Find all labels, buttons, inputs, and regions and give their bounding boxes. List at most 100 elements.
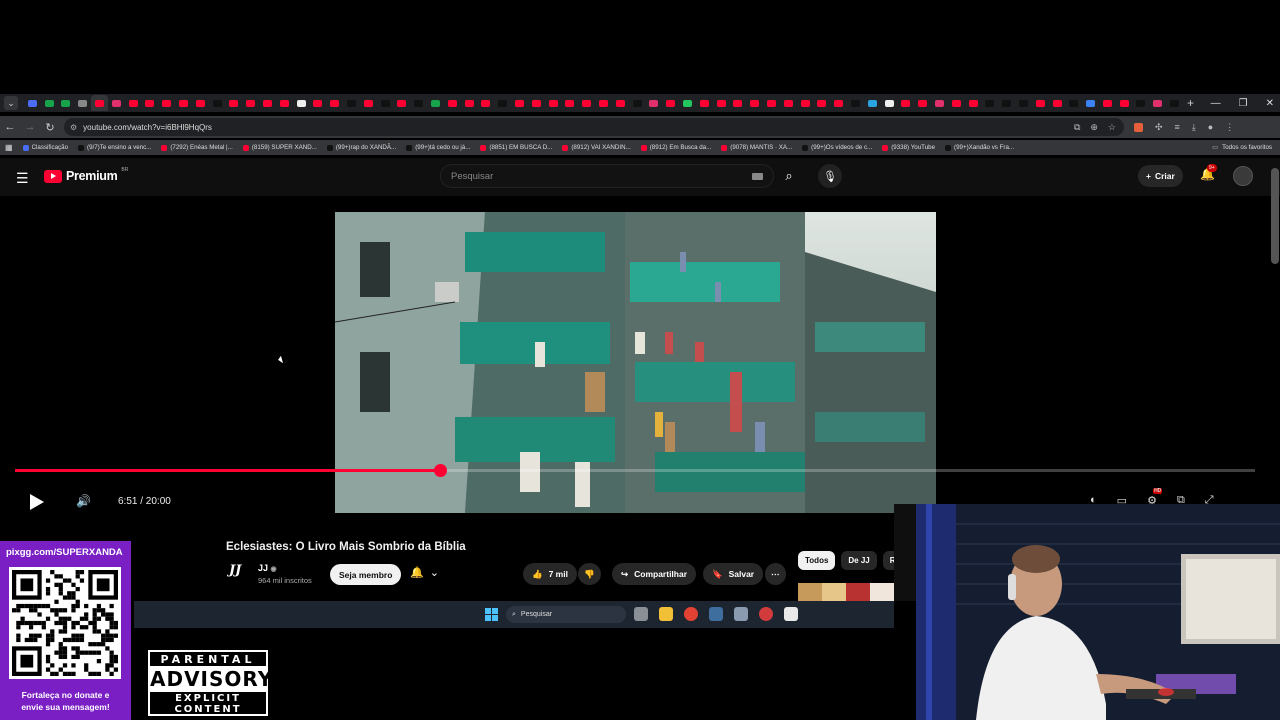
bookmark-item[interactable]: (7292) Enéas Metal |... bbox=[156, 144, 237, 151]
dislike-button[interactable]: 👎 bbox=[578, 563, 601, 585]
browser-tab[interactable] bbox=[444, 95, 461, 111]
browser-tab[interactable] bbox=[158, 95, 175, 111]
bookmark-item[interactable]: (99+)Xandão vs Fra... bbox=[940, 144, 1019, 151]
windows-start-icon[interactable] bbox=[485, 608, 498, 621]
subscribed-button[interactable]: 🔔 ⌄ bbox=[410, 566, 439, 579]
browser-tab[interactable] bbox=[125, 95, 142, 111]
browser-tab[interactable] bbox=[1099, 95, 1116, 111]
related-thumbnail[interactable] bbox=[798, 583, 894, 601]
browser-tab[interactable] bbox=[276, 95, 293, 111]
browser-tab[interactable] bbox=[1015, 95, 1032, 111]
new-tab-plus-icon[interactable]: + bbox=[1187, 96, 1194, 110]
notifications-button[interactable]: 🔔 9+ bbox=[1200, 164, 1217, 181]
browser-tab[interactable] bbox=[394, 95, 411, 111]
browser-tab[interactable] bbox=[545, 95, 562, 111]
download-icon[interactable]: ⤓ bbox=[1192, 122, 1196, 133]
join-button[interactable]: Seja membro bbox=[330, 564, 402, 585]
browser-tab[interactable] bbox=[58, 95, 75, 111]
browser-tab[interactable] bbox=[965, 95, 982, 111]
obs-icon[interactable] bbox=[759, 607, 773, 621]
extensions-puzzle-icon[interactable]: ✣ bbox=[1155, 122, 1163, 133]
browser-tab[interactable] bbox=[226, 95, 243, 111]
browser-tab[interactable] bbox=[209, 95, 226, 111]
browser-tab[interactable] bbox=[326, 95, 343, 111]
bookmark-item[interactable]: (9078) MANTIS · XA... bbox=[716, 144, 797, 151]
browser-tab[interactable] bbox=[729, 95, 746, 111]
browser-tab[interactable] bbox=[142, 95, 159, 111]
youtube-logo[interactable]: Premium BR bbox=[44, 167, 128, 183]
channel-name[interactable]: JJ ◉ bbox=[258, 563, 277, 573]
page-scrollbar[interactable] bbox=[1271, 168, 1279, 264]
browser-tab[interactable] bbox=[1166, 95, 1183, 111]
bookmark-item[interactable]: (99+)tá cedo ou já... bbox=[401, 144, 475, 151]
bookmark-item[interactable]: (8912) VAI XANDIN... bbox=[557, 144, 635, 151]
bookmark-item[interactable]: (8912) Em Busca da... bbox=[636, 144, 717, 151]
menu-hamburger-icon[interactable]: ☰ bbox=[16, 170, 29, 187]
browser-tab[interactable] bbox=[780, 95, 797, 111]
browser-tab[interactable] bbox=[343, 95, 360, 111]
minimize-icon[interactable]: — bbox=[1211, 98, 1221, 109]
browser-tab[interactable] bbox=[881, 95, 898, 111]
all-favorites[interactable]: ▭ Todos os favoritos bbox=[1212, 140, 1272, 155]
bookmark-item[interactable]: (99+)Os vídeos de c... bbox=[797, 144, 877, 151]
browser-tab[interactable] bbox=[981, 95, 998, 111]
chrome-icon[interactable] bbox=[684, 607, 698, 621]
browser-tab[interactable] bbox=[461, 95, 478, 111]
browser-tab[interactable] bbox=[377, 95, 394, 111]
chip-from-channel[interactable]: De JJ bbox=[841, 551, 877, 570]
browser-tab[interactable] bbox=[1116, 95, 1133, 111]
bookmark-item[interactable]: (9/7)Te ensino a venc... bbox=[73, 144, 156, 151]
close-window-icon[interactable]: ✕ bbox=[1266, 98, 1274, 109]
video-player[interactable] bbox=[0, 196, 1270, 526]
bookmark-item[interactable]: (99+)rap do XANDÃ... bbox=[322, 144, 401, 151]
forward-arrow-icon[interactable]: → bbox=[20, 121, 40, 133]
profile-icon[interactable]: ● bbox=[1208, 122, 1213, 132]
channel-logo[interactable]: JJ bbox=[229, 563, 249, 583]
address-bar[interactable]: ⚙ youtube.com/watch?v=i6BHl9HqQrs ⧉ ⊕ ☆ bbox=[64, 118, 1124, 136]
browser-tab[interactable] bbox=[713, 95, 730, 111]
bookmark-item[interactable]: (9338) YouTube bbox=[877, 144, 940, 151]
browser-tab[interactable] bbox=[1082, 95, 1099, 111]
create-button[interactable]: + Criar bbox=[1138, 165, 1183, 187]
bookmark-item[interactable]: Classificação bbox=[18, 144, 73, 151]
browser-tab[interactable] bbox=[629, 95, 646, 111]
menu-dots-icon[interactable]: ⋮ bbox=[1225, 122, 1234, 133]
browser-tab[interactable] bbox=[830, 95, 847, 111]
browser-tab[interactable] bbox=[293, 95, 310, 111]
browser-tab[interactable] bbox=[91, 95, 108, 111]
search-input[interactable]: Pesquisar bbox=[440, 164, 774, 188]
browser-tab[interactable] bbox=[1065, 95, 1082, 111]
file-explorer-icon[interactable] bbox=[659, 607, 673, 621]
browser-tab[interactable] bbox=[410, 95, 427, 111]
taskbar-search-input[interactable]: ⌕ Pesquisar bbox=[506, 606, 626, 623]
site-info-icon[interactable]: ⚙ bbox=[70, 123, 77, 132]
extension-icon[interactable] bbox=[1134, 122, 1143, 132]
chip-all[interactable]: Todos bbox=[798, 551, 836, 570]
browser-tab[interactable] bbox=[645, 95, 662, 111]
volume-icon[interactable]: 🔊 bbox=[76, 494, 91, 508]
browser-tab[interactable] bbox=[528, 95, 545, 111]
reload-icon[interactable]: ↻ bbox=[40, 121, 60, 134]
bookmark-item[interactable]: (8851) EM BUSCA D... bbox=[475, 144, 557, 151]
browser-tab[interactable] bbox=[1133, 95, 1150, 111]
avatar[interactable] bbox=[1233, 166, 1253, 186]
tab-search-chevron-icon[interactable]: ⌄ bbox=[4, 96, 18, 110]
steam-icon[interactable] bbox=[709, 607, 723, 621]
settings-app-icon[interactable] bbox=[734, 607, 748, 621]
browser-tab[interactable] bbox=[948, 95, 965, 111]
browser-tab[interactable] bbox=[914, 95, 931, 111]
browser-tab[interactable] bbox=[478, 95, 495, 111]
browser-tab[interactable] bbox=[864, 95, 881, 111]
install-icon[interactable]: ⧉ bbox=[1074, 122, 1080, 133]
task-view-icon[interactable] bbox=[634, 607, 648, 621]
browser-tab[interactable] bbox=[494, 95, 511, 111]
browser-tab[interactable] bbox=[1149, 95, 1166, 111]
browser-tab[interactable] bbox=[662, 95, 679, 111]
search-button[interactable]: ⌕ bbox=[776, 164, 802, 188]
bookmark-item[interactable]: (8159) SUPER XAND... bbox=[238, 144, 322, 151]
video-frame[interactable] bbox=[335, 212, 936, 513]
browser-tab[interactable] bbox=[1049, 95, 1066, 111]
browser-tab[interactable] bbox=[696, 95, 713, 111]
progress-scrubber[interactable] bbox=[433, 464, 447, 477]
browser-tab[interactable] bbox=[679, 95, 696, 111]
